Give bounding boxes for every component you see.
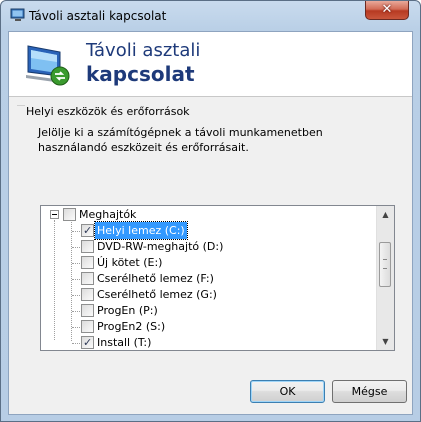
tree-item-row[interactable]: Helyi lemez (C:): [41, 221, 371, 240]
banner-title-line2: kapcsolat: [86, 62, 195, 86]
tree-branch: [72, 231, 80, 232]
banner: Távoli asztali kapcsolat: [9, 32, 412, 97]
tree-branch: [72, 295, 80, 296]
tree-item-label: ProgEn (P:): [97, 304, 158, 317]
tree-item-label: DVD-RW-meghajtó (D:): [97, 240, 224, 253]
tree-item-row[interactable]: DVD-RW-meghajtó (D:): [41, 238, 371, 255]
drive-checkbox[interactable]: [81, 288, 94, 301]
tree-item-label: Új kötet (E:): [97, 256, 163, 269]
ok-button[interactable]: OK: [250, 380, 325, 403]
drive-checkbox[interactable]: [81, 320, 94, 333]
drive-checkbox[interactable]: [81, 272, 94, 285]
tree-item-label: Helyi lemez (C:): [94, 221, 188, 240]
tree-item-row[interactable]: ProgEn2 (S:): [41, 318, 371, 335]
title-bar[interactable]: Távoli asztali kapcsolat ✕: [1, 1, 420, 31]
drives-tree[interactable]: Meghajtók Helyi lemez (C:) DVD-RW-meghaj…: [40, 205, 395, 351]
collapse-icon[interactable]: [50, 210, 59, 219]
group-title: Helyi eszközök és erőforrások: [26, 105, 190, 118]
drive-checkbox[interactable]: [81, 222, 94, 239]
tree-branch: [72, 343, 80, 344]
remote-desktop-icon: [22, 42, 74, 88]
tree-branch: [72, 327, 80, 328]
drive-checkbox[interactable]: [81, 334, 94, 350]
close-button[interactable]: ✕: [365, 1, 409, 20]
tree-item-row[interactable]: Új kötet (E:): [41, 254, 371, 271]
window-title: Távoli asztali kapcsolat: [29, 9, 167, 23]
tree-item-label: Install (T:): [97, 336, 152, 349]
tree-item-label: Cserélhető lemez (F:): [97, 272, 214, 285]
tree-root-label: Meghajtók: [79, 208, 137, 221]
tree-item-row[interactable]: ProgEn (P:): [41, 302, 371, 319]
drive-checkbox[interactable]: [81, 256, 94, 269]
tree-item-label: Cserélhető lemez (G:): [97, 288, 217, 301]
tree-branch: [72, 279, 80, 280]
dialog-client-area: Távoli asztali kapcsolat Helyi eszközök …: [8, 31, 413, 415]
dialog-window: Távoli asztali kapcsolat ✕ Távoli asztal…: [0, 0, 421, 422]
tree-branch: [72, 311, 80, 312]
cancel-button[interactable]: Mégse: [332, 380, 407, 403]
tree-root-row[interactable]: Meghajtók: [41, 206, 371, 223]
tree-item-label: ProgEn2 (S:): [97, 320, 166, 333]
tree-item-row[interactable]: Cserélhető lemez (F:): [41, 270, 371, 287]
banner-title-line1: Távoli asztali: [86, 40, 201, 61]
meghajtok-checkbox[interactable]: [63, 208, 76, 221]
scroll-down-icon[interactable]: ▼: [377, 333, 394, 350]
vertical-scrollbar[interactable]: ▲ ▼: [376, 206, 394, 350]
tree-item-row[interactable]: Cserélhető lemez (G:): [41, 286, 371, 303]
tree-item-row[interactable]: Install (T:): [41, 334, 371, 350]
tree-branch: [72, 247, 80, 248]
close-icon: ✕: [381, 2, 393, 17]
scrollbar-thumb[interactable]: [379, 242, 391, 287]
drive-checkbox[interactable]: [81, 304, 94, 317]
drive-checkbox[interactable]: [81, 240, 94, 253]
scroll-up-icon[interactable]: ▲: [377, 206, 394, 223]
remote-desktop-small-icon: [10, 8, 26, 22]
group-description: Jelölje ki a számítógépnek a távoli munk…: [38, 126, 323, 154]
tree-branch: [72, 263, 80, 264]
